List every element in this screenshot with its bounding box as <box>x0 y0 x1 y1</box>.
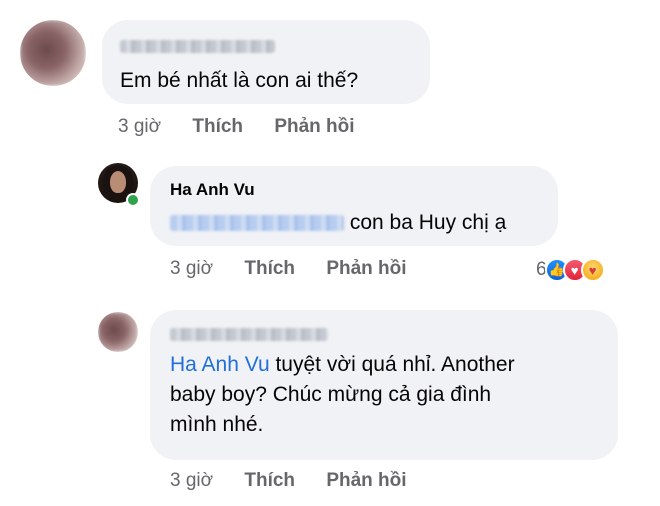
like-button[interactable]: Thích <box>244 258 295 279</box>
comment-thread: Em bé nhất là con ai thế? 3 giờ Thích Ph… <box>0 0 660 506</box>
blurred-avatar-image <box>20 20 86 86</box>
mention-link[interactable]: Ha Anh Vu <box>170 353 270 376</box>
reply-bubble: Ha Anh Vu tuyệt vời quá nhỉ. Another bab… <box>150 310 618 460</box>
author-name[interactable]: Ha Anh Vu <box>170 180 255 200</box>
timestamp[interactable]: 3 giờ <box>170 470 213 491</box>
commenter-avatar[interactable] <box>20 20 86 86</box>
reply-meta: 3 giờ Thích Phản hồi <box>170 470 407 492</box>
reply-text: con ba Huy chị ạ <box>349 211 507 234</box>
care-icon: ♥ <box>580 258 605 282</box>
avatar-face <box>110 171 126 193</box>
reply-button[interactable]: Phản hồi <box>274 116 354 137</box>
reply-text: Ha Anh Vu tuyệt vời quá nhỉ. Another bab… <box>170 350 515 440</box>
reply-bubble: Ha Anh Vu con ba Huy chị ạ <box>150 166 558 246</box>
comment-text: Em bé nhất là con ai thế? <box>120 69 359 92</box>
reply-meta: 3 giờ Thích Phản hồi <box>170 258 407 280</box>
reaction-summary[interactable]: 6 👍 ♥ ♥ <box>536 257 605 283</box>
reply-text-line: con ba Huy chị ạ <box>170 208 506 238</box>
reply-text-line-1: tuyệt vời quá nhỉ. Another <box>269 353 515 376</box>
reply-text-line-2: baby boy? Chúc mừng cả gia đình <box>170 383 492 406</box>
comment-bubble: Em bé nhất là con ai thế? <box>102 20 430 104</box>
like-button[interactable]: Thích <box>192 116 243 137</box>
timestamp[interactable]: 3 giờ <box>170 258 213 279</box>
timestamp[interactable]: 3 giờ <box>118 116 161 137</box>
comment-meta: 3 giờ Thích Phản hồi <box>118 116 355 138</box>
blurred-author-name[interactable] <box>120 40 275 53</box>
blurred-author-name[interactable] <box>170 328 328 341</box>
reply-button[interactable]: Phản hồi <box>326 470 406 491</box>
like-button[interactable]: Thích <box>244 470 295 491</box>
blurred-avatar-image <box>98 312 138 352</box>
blurred-mention[interactable] <box>170 215 344 232</box>
reply-button[interactable]: Phản hồi <box>326 258 406 279</box>
online-status-icon <box>126 193 140 207</box>
commenter-avatar[interactable] <box>98 312 138 352</box>
reply-text-line-3: mình nhé. <box>170 413 264 436</box>
